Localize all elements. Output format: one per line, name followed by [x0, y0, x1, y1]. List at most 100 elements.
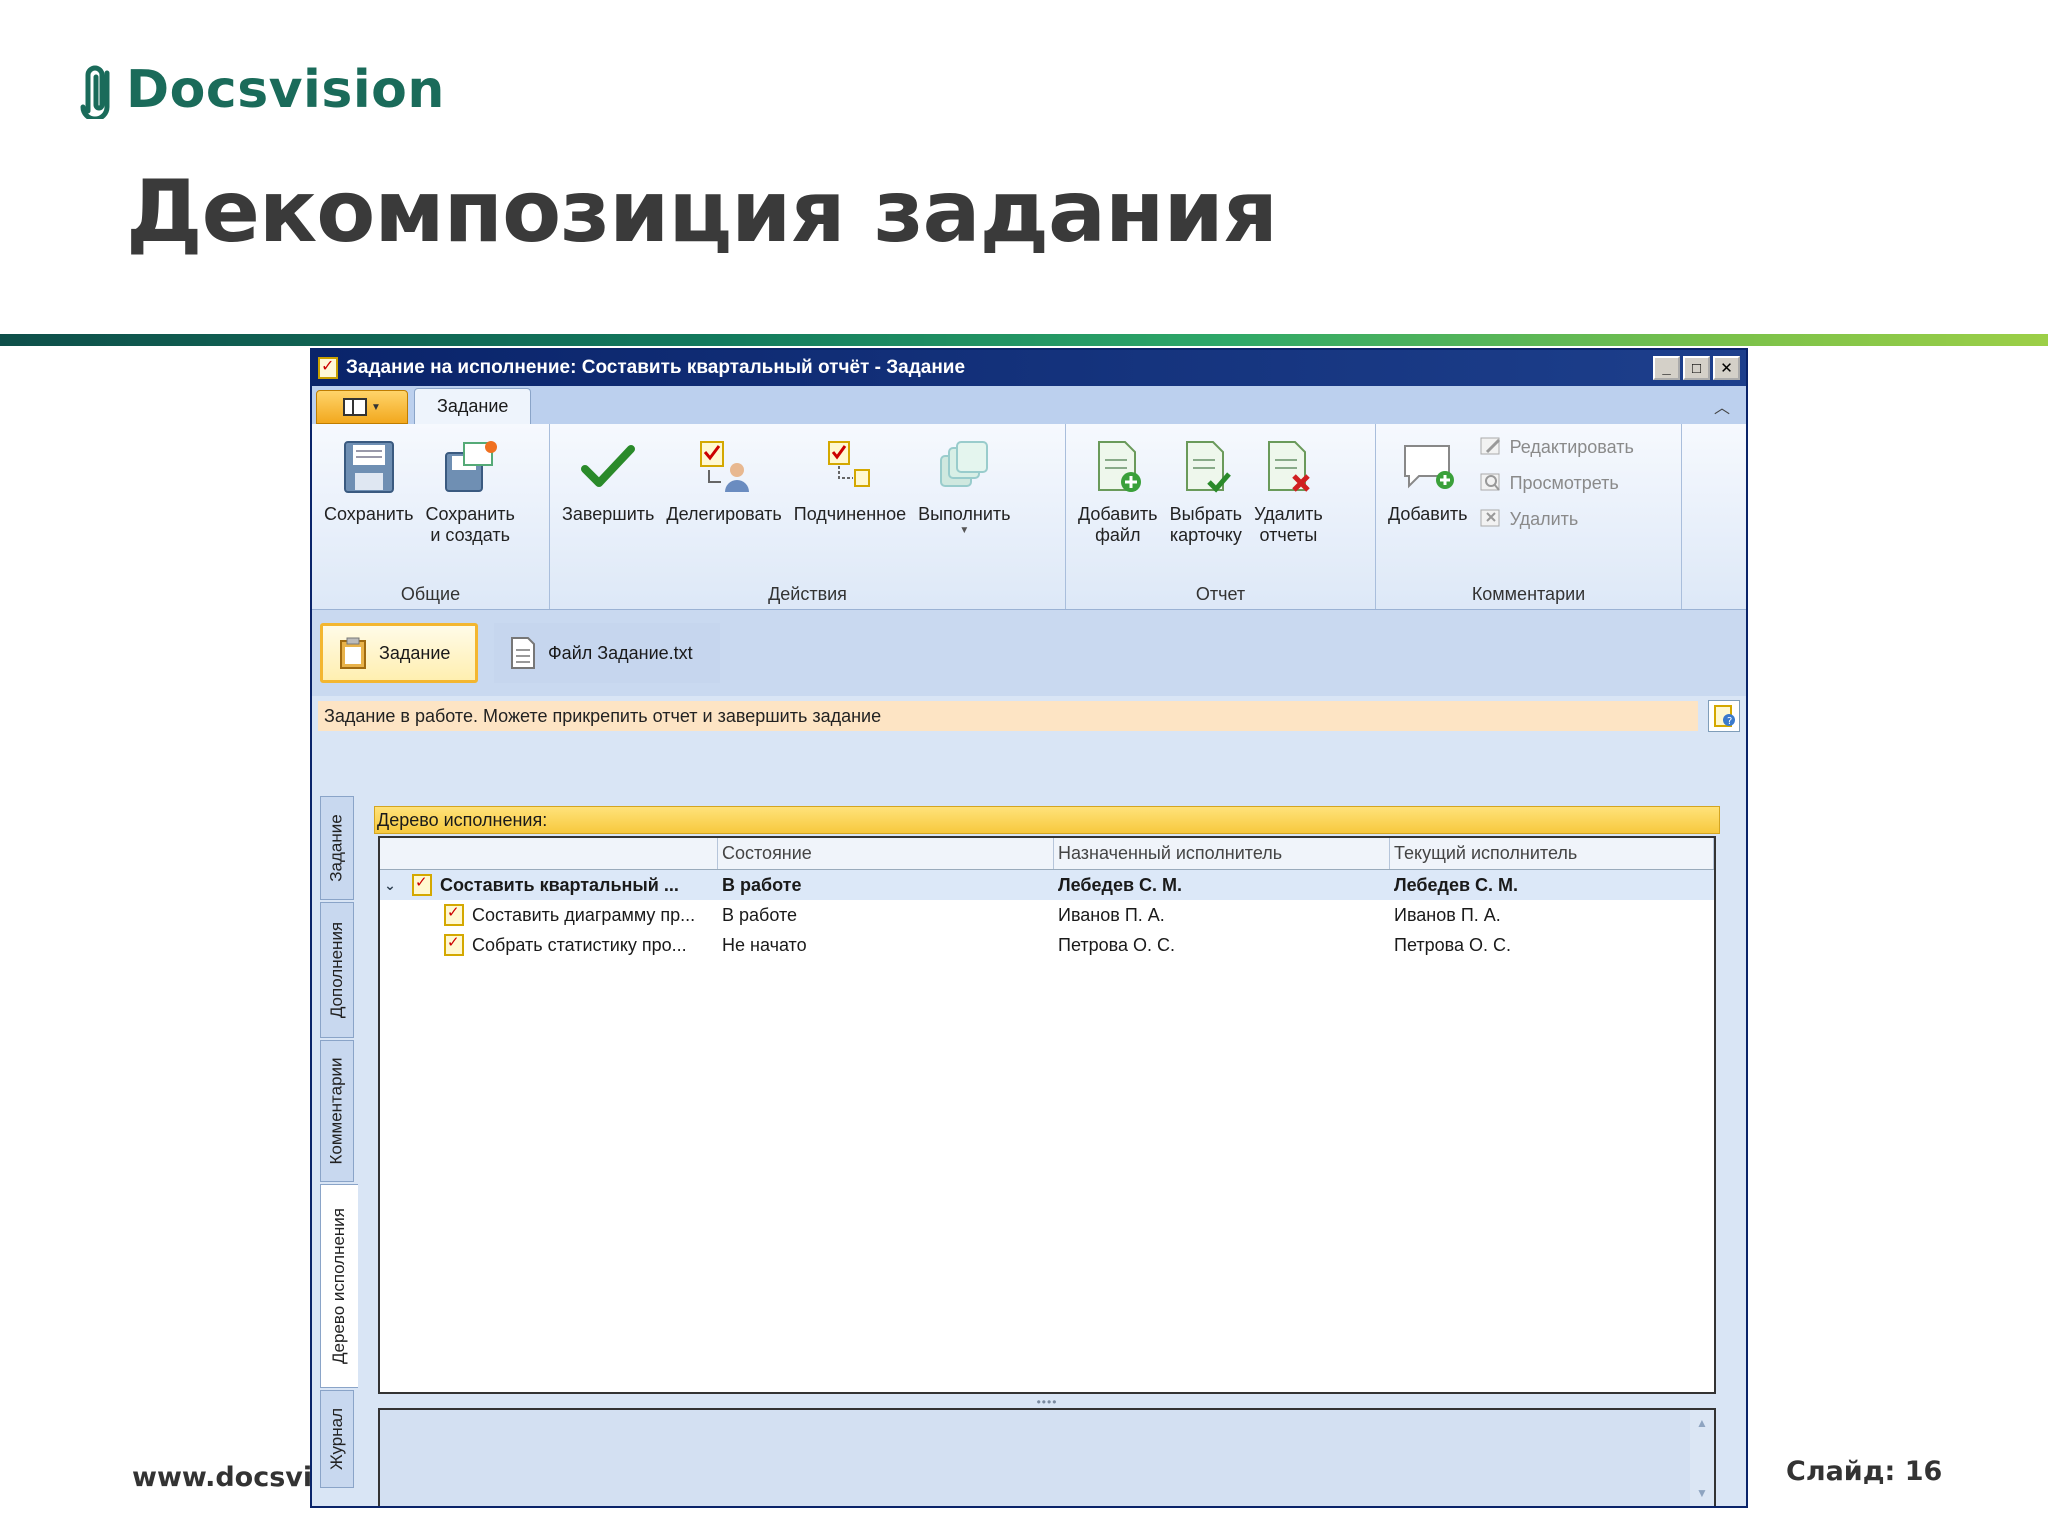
- ribbon-tab-row: ▼ Задание ︿: [312, 386, 1746, 424]
- execute-button[interactable]: Выполнить ▼: [912, 432, 1016, 609]
- task-assigned: Иванов П. А.: [1058, 904, 1165, 925]
- accent-line: [0, 334, 2048, 346]
- task-current: Иванов П. А.: [1394, 904, 1501, 925]
- task-current: Петрова О. С.: [1394, 934, 1511, 955]
- task-name: Составить диаграмму пр...: [472, 904, 696, 925]
- add-comment-label: Добавить: [1388, 504, 1468, 524]
- text-file-icon: [511, 637, 535, 669]
- detail-scrollbar[interactable]: ▲ ▼: [1690, 1410, 1714, 1506]
- slide-title: Декомпозиция задания: [126, 162, 1278, 262]
- side-tab-journal[interactable]: Журнал: [320, 1390, 354, 1488]
- task-icon: [444, 934, 464, 956]
- close-button[interactable]: ✕: [1713, 356, 1740, 380]
- tree-row[interactable]: ⌄ Составить квартальный ... В работе Лебе…: [380, 870, 1714, 900]
- scroll-down-icon[interactable]: ▼: [1696, 1486, 1708, 1500]
- window-titlebar[interactable]: Задание на исполнение: Составить квартал…: [312, 350, 1746, 386]
- side-tab-execution-tree[interactable]: Дерево исполнения: [320, 1184, 358, 1388]
- add-file-icon: [1097, 441, 1141, 492]
- doc-tab-task-label: Задание: [379, 642, 451, 663]
- select-card-label: Выбрать карточку: [1169, 504, 1243, 545]
- footer-url[interactable]: www.docsvisi: [132, 1462, 338, 1493]
- delete-icon: [1478, 507, 1504, 531]
- view-comment-button[interactable]: Просмотреть: [1478, 470, 1634, 496]
- add-comment-button[interactable]: Добавить: [1382, 432, 1474, 609]
- complete-label: Завершить: [562, 504, 655, 524]
- delete-comment-button[interactable]: Удалить: [1478, 506, 1634, 532]
- doc-tab-file[interactable]: Файл Задание.txt: [494, 623, 720, 683]
- delete-reports-label: Удалить отчеты: [1254, 504, 1323, 545]
- task-info-button[interactable]: ?: [1708, 700, 1740, 732]
- subordinate-task-icon: [827, 441, 870, 487]
- side-tab-comments[interactable]: Комментарии: [320, 1040, 354, 1182]
- svg-text:?: ?: [1727, 716, 1732, 727]
- task-window: Задание на исполнение: Составить квартал…: [310, 348, 1748, 1508]
- column-header-name[interactable]: [380, 838, 718, 869]
- column-header-current[interactable]: Текущий исполнитель: [1390, 838, 1714, 869]
- save-button[interactable]: Сохранить: [318, 432, 419, 609]
- task-name: Собрать статистику про...: [472, 934, 687, 955]
- column-headers: Состояние Назначенный исполнитель Текущи…: [380, 838, 1714, 870]
- side-tab-task-label: Задание: [327, 814, 346, 882]
- edit-comment-button[interactable]: Редактировать: [1478, 434, 1634, 460]
- execution-tree-panel: Дерево исполнения: Состояние Назначенный…: [374, 806, 1720, 1506]
- complete-button[interactable]: Завершить: [556, 432, 660, 609]
- panel-splitter[interactable]: ••••: [378, 1395, 1716, 1409]
- collapse-ribbon-icon[interactable]: ︿: [1714, 394, 1730, 418]
- task-name: Составить квартальный ...: [440, 874, 679, 895]
- task-assigned: Петрова О. С.: [1058, 934, 1175, 955]
- save-and-create-label: Сохранить и создать: [425, 504, 515, 545]
- task-icon: [318, 356, 338, 379]
- column-header-assigned[interactable]: Назначенный исполнитель: [1054, 838, 1390, 869]
- select-card-button[interactable]: Выбрать карточку: [1164, 432, 1249, 609]
- magnifier-icon: [1478, 471, 1504, 495]
- tab-task[interactable]: Задание: [414, 388, 532, 424]
- group-label-report: Отчет: [1195, 584, 1246, 604]
- tree-row[interactable]: Составить диаграмму пр... В работе Ивано…: [380, 900, 1714, 930]
- collapse-chevron-icon[interactable]: ⌄: [380, 877, 400, 894]
- ribbon-group-general: Сохранить Сохранить и создать Общие: [312, 424, 550, 609]
- docsvision-logo: Docsvision: [78, 60, 445, 120]
- task-current: Лебедев С. М.: [1394, 874, 1519, 895]
- task-icon: [444, 904, 464, 926]
- pencil-icon: [1478, 435, 1504, 459]
- doc-tab-file-label: Файл Задание.txt: [548, 642, 693, 663]
- add-file-button[interactable]: Добавить файл: [1072, 432, 1164, 609]
- status-message: Задание в работе. Можете прикрепить отче…: [318, 701, 1698, 731]
- group-label-general: Общие: [400, 584, 461, 604]
- status-row: Задание в работе. Можете прикрепить отче…: [312, 696, 1746, 736]
- delete-comment-label: Удалить: [1509, 508, 1579, 529]
- save-icon: [343, 441, 394, 493]
- task-assigned: Лебедев С. М.: [1058, 874, 1183, 895]
- delegate-button[interactable]: Делегировать: [660, 432, 787, 609]
- chevron-down-icon: ▼: [959, 525, 970, 536]
- execute-icon: [940, 441, 989, 487]
- logo-text: Docsvision: [126, 60, 445, 120]
- delete-reports-icon: [1268, 441, 1311, 492]
- save-and-create-button[interactable]: Сохранить и создать: [419, 432, 520, 609]
- clipboard-icon: [340, 637, 366, 669]
- detail-pane: ▲ ▼: [378, 1408, 1716, 1506]
- app-menu-button[interactable]: ▼: [316, 390, 408, 424]
- side-tabs: Задание Дополнения Комментарии Дерево ис…: [320, 796, 358, 1490]
- chevron-down-icon: ▼: [371, 401, 381, 413]
- add-comment-icon: [1403, 445, 1454, 489]
- checkmark-icon: [581, 445, 636, 487]
- slide-number: Слайд: 16: [1786, 1456, 1943, 1487]
- side-tab-task[interactable]: Задание: [320, 796, 354, 900]
- view-comment-label: Просмотреть: [1509, 472, 1619, 493]
- tree-row[interactable]: Собрать статистику про... Не начато Петр…: [380, 930, 1714, 960]
- side-tab-additions[interactable]: Дополнения: [320, 902, 354, 1038]
- column-header-state[interactable]: Состояние: [718, 838, 1054, 869]
- maximize-button[interactable]: □: [1683, 356, 1710, 380]
- ribbon: Сохранить Сохранить и создать Общие Заве…: [312, 424, 1746, 610]
- scroll-up-icon[interactable]: ▲: [1696, 1416, 1708, 1430]
- group-label-comments: Комментарии: [1471, 584, 1586, 604]
- side-tab-additions-label: Дополнения: [327, 921, 346, 1019]
- ribbon-group-actions: Завершить Делегировать Подчиненное Выпол…: [550, 424, 1066, 609]
- content-area: Задание Дополнения Комментарии Дерево ис…: [312, 786, 1746, 1506]
- select-card-icon: [1185, 441, 1231, 493]
- doc-tab-task[interactable]: Задание: [320, 623, 478, 683]
- subordinate-button[interactable]: Подчиненное: [788, 432, 912, 609]
- delete-reports-button[interactable]: Удалить отчеты: [1248, 432, 1329, 609]
- minimize-button[interactable]: _: [1653, 356, 1680, 380]
